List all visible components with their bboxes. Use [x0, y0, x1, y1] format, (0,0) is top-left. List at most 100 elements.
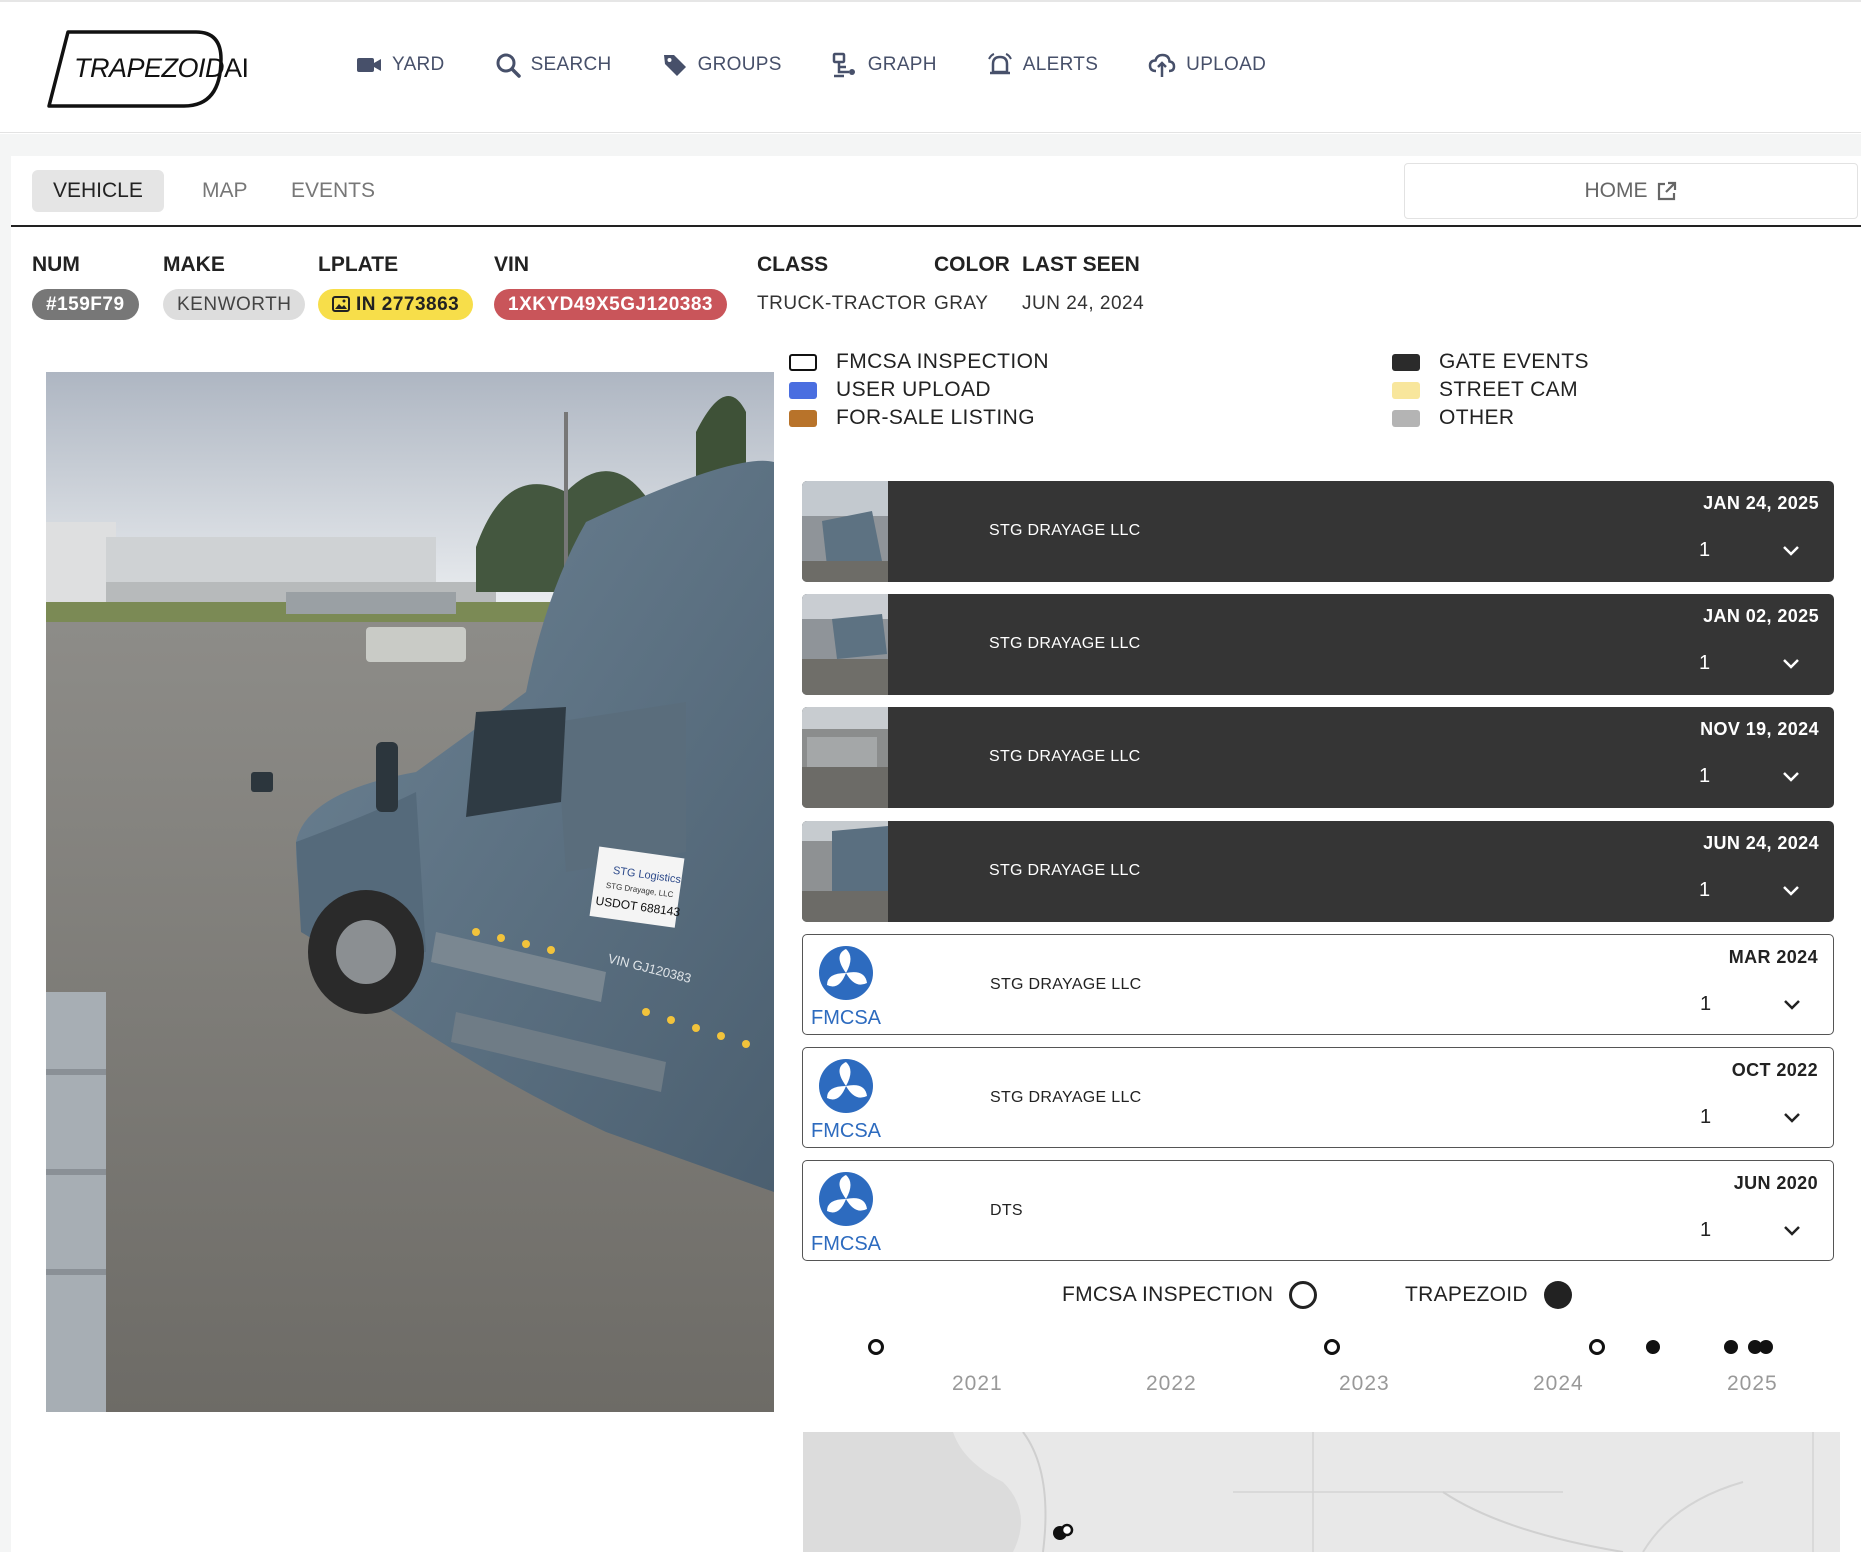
fmcsa-logo: FMCSA — [803, 935, 889, 1034]
legend-swatch-gate-events — [1392, 353, 1420, 371]
timeline-year: 2023 — [1339, 1372, 1390, 1395]
fmcsa-logo-icon: FMCSA — [811, 1172, 882, 1255]
event-card[interactable]: STG DRAYAGE LLC JAN 24, 2025 1 — [802, 481, 1834, 582]
legend-user-upload: USER UPLOAD — [789, 378, 991, 402]
nav-graph-label: GRAPH — [867, 54, 937, 75]
video-camera-icon — [357, 58, 381, 72]
chevron-down-icon[interactable] — [1783, 1225, 1801, 1237]
info-class: CLASS TRUCK-TRACTOR — [757, 253, 927, 319]
info-num: NUM #159F79 — [32, 253, 139, 320]
nav-graph[interactable]: GRAPH — [832, 52, 937, 78]
event-company: STG DRAYAGE LLC — [989, 635, 1141, 652]
fmcsa-logo-icon: FMCSA — [811, 946, 882, 1029]
vin-label: VIN — [494, 253, 530, 276]
tab-vehicle[interactable]: VEHICLE — [32, 170, 164, 212]
nav-groups[interactable]: GROUPS — [662, 52, 782, 78]
logo-main-text: TRAPEZOID — [74, 53, 225, 83]
image-icon — [332, 296, 350, 312]
search-icon — [496, 53, 521, 78]
timeline-dot-fmcsa[interactable] — [1324, 1339, 1340, 1355]
timeline-dot-fmcsa[interactable] — [1589, 1339, 1605, 1355]
color-value: GRAY — [934, 293, 989, 314]
last-seen-label: LAST SEEN — [1022, 253, 1140, 276]
fmcsa-logo: FMCSA — [803, 1048, 889, 1147]
event-card[interactable]: STG DRAYAGE LLC JAN 02, 2025 1 — [802, 594, 1834, 695]
legend-swatch-other — [1392, 409, 1420, 427]
event-date: JAN 24, 2025 — [1703, 493, 1819, 513]
chevron-down-icon[interactable] — [1783, 999, 1801, 1011]
lplate-value: IN 2773863 — [356, 294, 460, 315]
event-card[interactable]: STG DRAYAGE LLC JUN 24, 2024 1 — [802, 821, 1834, 922]
vehicle-photo[interactable]: STG Logistics STG Drayage, LLC USDOT 688… — [46, 372, 774, 1412]
last-seen-value: JUN 24, 2024 — [1022, 293, 1145, 314]
legend-other-label: OTHER — [1439, 406, 1515, 429]
vin-badge[interactable]: 1XKYD49X5GJ120383 — [494, 289, 727, 320]
tab-bar: VEHICLE MAP EVENTS HOME — [11, 156, 1861, 227]
event-company: STG DRAYAGE LLC — [989, 862, 1141, 879]
event-date: JUN 2020 — [1733, 1173, 1818, 1193]
timeline-dot-trapezoid[interactable] — [1724, 1340, 1738, 1354]
nav-alerts[interactable]: ALERTS — [987, 52, 1098, 78]
event-company: DTS — [990, 1202, 1023, 1219]
legend-for-sale-label: FOR-SALE LISTING — [836, 406, 1035, 429]
timeline-dot-fmcsa[interactable] — [868, 1339, 884, 1355]
event-thumbnail — [802, 594, 888, 695]
info-color: COLOR GRAY — [934, 253, 1010, 319]
event-card[interactable]: STG DRAYAGE LLC NOV 19, 2024 1 — [802, 707, 1834, 808]
filled-circle-icon — [1543, 1281, 1572, 1309]
tab-events[interactable]: EVENTS — [270, 170, 396, 212]
chevron-down-icon[interactable] — [1782, 771, 1800, 783]
legend-swatch-street-cam — [1392, 381, 1420, 399]
event-date: NOV 19, 2024 — [1700, 719, 1819, 739]
chevron-down-icon[interactable] — [1782, 545, 1800, 557]
legend-gate-events-label: GATE EVENTS — [1439, 350, 1589, 373]
cloud-upload-icon — [1148, 53, 1176, 77]
event-company: STG DRAYAGE LLC — [990, 1089, 1142, 1106]
timeline-legend-trapezoid-label: TRAPEZOID — [1405, 1283, 1528, 1306]
main-nav: YARD SEARCH GROUPS GRAPH ALERTS UPLOAD — [356, 52, 1316, 78]
nav-upload-label: UPLOAD — [1186, 54, 1267, 75]
top-navbar: TRAPEZOIDAI YARD SEARCH GROUPS GRAPH ALE… — [0, 0, 1861, 133]
timeline-year: 2022 — [1146, 1372, 1197, 1395]
map-location-marker[interactable] — [1060, 1523, 1074, 1537]
event-date: MAR 2024 — [1728, 947, 1818, 967]
timeline-dot-trapezoid[interactable] — [1646, 1340, 1660, 1354]
legend-fmcsa-label: FMCSA INSPECTION — [836, 350, 1049, 373]
make-badge[interactable]: KENWORTH — [163, 289, 306, 320]
chevron-down-icon[interactable] — [1782, 658, 1800, 670]
fmcsa-logo: FMCSA — [803, 1161, 889, 1260]
chevron-down-icon[interactable] — [1783, 1112, 1801, 1124]
num-badge[interactable]: #159F79 — [32, 289, 139, 320]
event-count: 1 — [1700, 1219, 1712, 1241]
event-count: 1 — [1699, 765, 1711, 787]
event-card[interactable]: FMCSA DTS JUN 2020 1 — [802, 1160, 1834, 1261]
nav-upload[interactable]: UPLOAD — [1148, 52, 1266, 78]
legend-user-upload-label: USER UPLOAD — [836, 378, 991, 401]
home-button[interactable]: HOME — [1404, 163, 1858, 219]
legend-swatch-user-upload — [789, 381, 817, 399]
fmcsa-logo-icon: FMCSA — [811, 1059, 882, 1142]
tag-icon — [663, 55, 686, 76]
chevron-down-icon[interactable] — [1782, 885, 1800, 897]
event-card[interactable]: FMCSA STG DRAYAGE LLC MAR 2024 1 — [802, 934, 1834, 1035]
event-card[interactable]: FMCSA STG DRAYAGE LLC OCT 2022 1 — [802, 1047, 1834, 1148]
fmcsa-logo-text: FMCSA — [811, 1120, 882, 1142]
tab-map[interactable]: MAP — [181, 170, 269, 212]
event-date: JAN 02, 2025 — [1703, 606, 1819, 626]
timeline-dot-trapezoid[interactable] — [1759, 1340, 1773, 1354]
lplate-label: LPLATE — [318, 253, 399, 276]
location-map[interactable] — [803, 1432, 1840, 1552]
lplate-badge[interactable]: IN 2773863 — [318, 289, 474, 320]
nav-yard[interactable]: YARD — [356, 52, 445, 78]
event-company: STG DRAYAGE LLC — [989, 748, 1141, 765]
nav-yard-label: YARD — [392, 54, 445, 75]
trapezoid-logo[interactable]: TRAPEZOIDAI — [46, 29, 249, 109]
legend-swatch-fmcsa — [789, 353, 817, 371]
event-count: 1 — [1700, 1106, 1712, 1128]
graph-icon — [832, 52, 855, 78]
nav-search[interactable]: SEARCH — [495, 52, 612, 78]
event-count: 1 — [1699, 879, 1711, 901]
timeline-legend-fmcsa: FMCSA INSPECTION — [1062, 1281, 1318, 1309]
logo-text: TRAPEZOIDAI — [74, 53, 249, 84]
legend-other: OTHER — [1392, 406, 1515, 430]
